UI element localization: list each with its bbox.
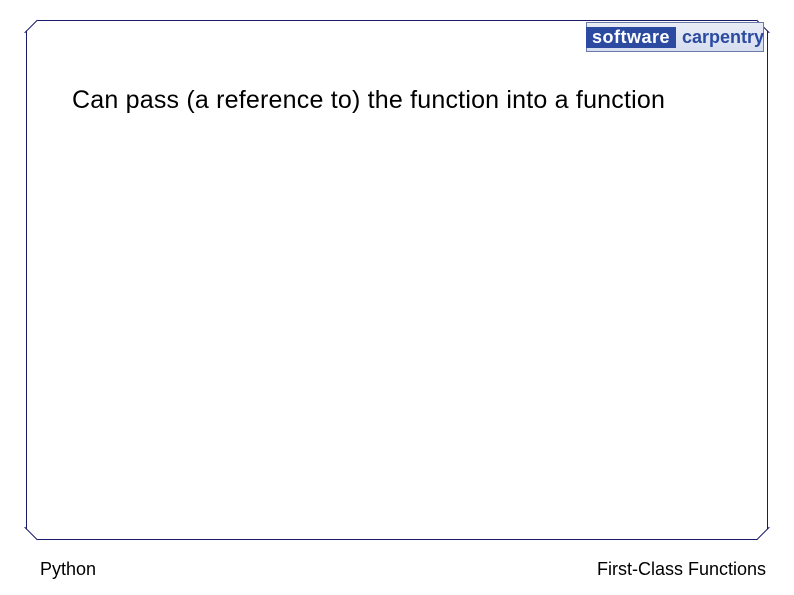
slide: software carpentry Can pass (a reference… [0,0,794,595]
logo-word-software: software [586,27,676,48]
logo-word-carpentry: carpentry [682,28,764,46]
footer-right: First-Class Functions [597,559,766,580]
footer-left: Python [40,559,96,580]
software-carpentry-logo: software carpentry [586,22,764,52]
slide-headline: Can pass (a reference to) the function i… [72,86,665,115]
